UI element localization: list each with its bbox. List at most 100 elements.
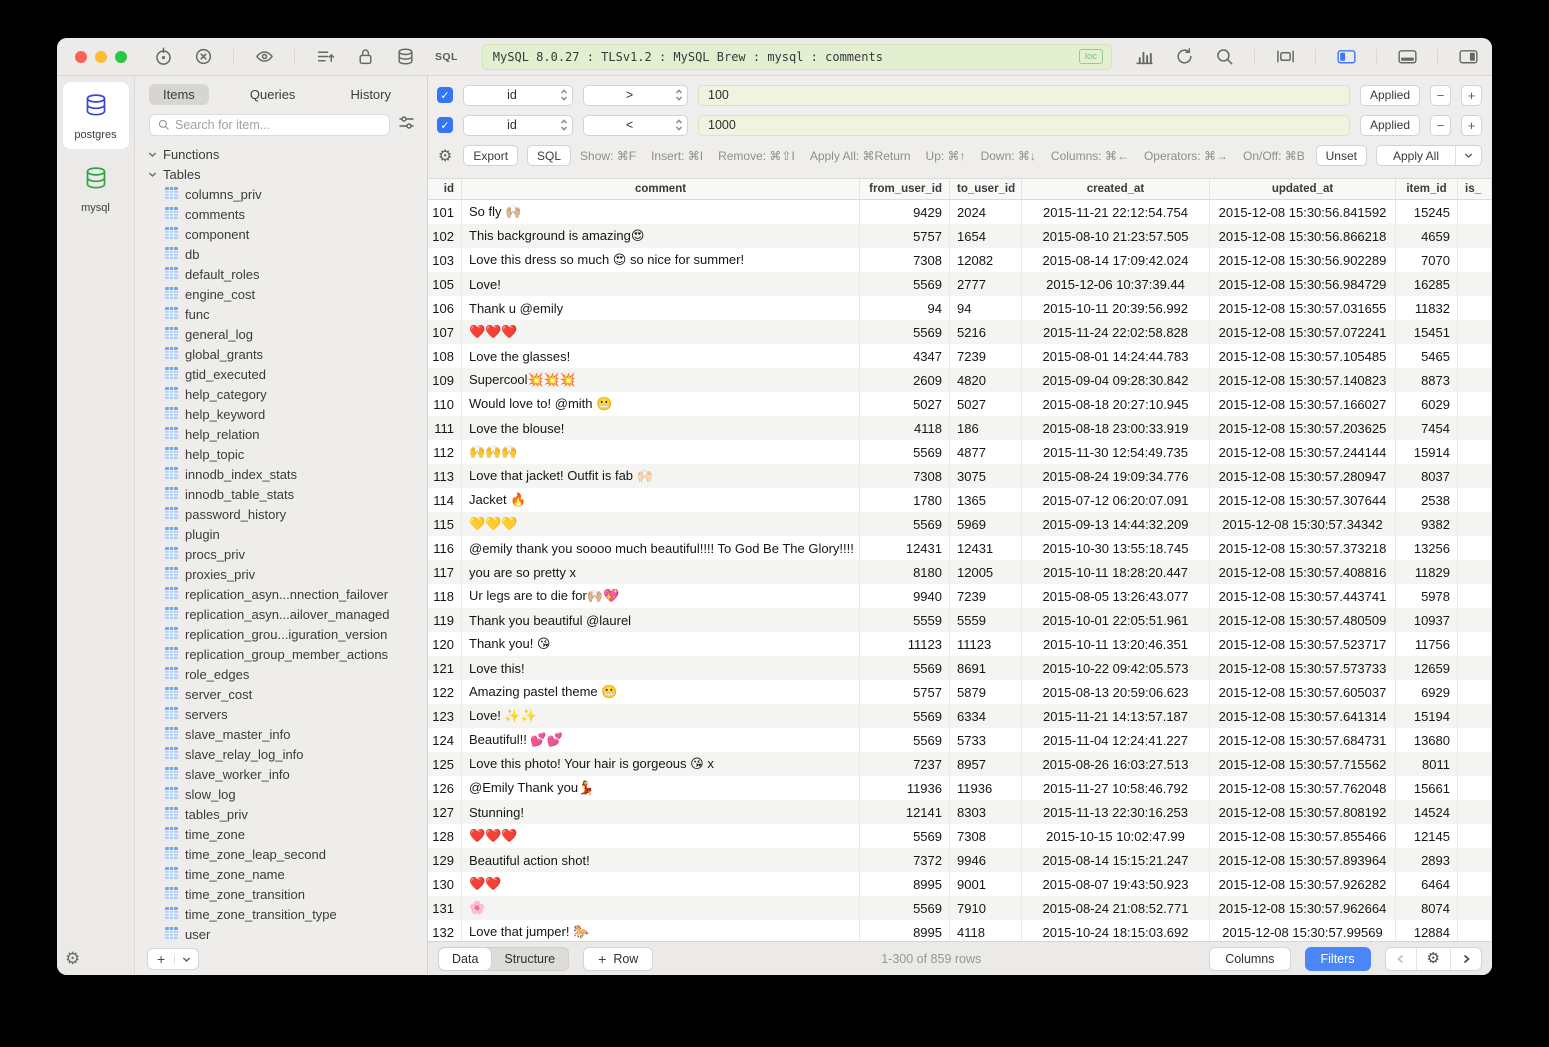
cell-created_at[interactable]: 2015-08-24 19:09:34.776 xyxy=(1022,464,1210,488)
cell-created_at[interactable]: 2015-11-13 22:30:16.253 xyxy=(1022,800,1210,824)
cell-created_at[interactable]: 2015-08-14 15:15:21.247 xyxy=(1022,848,1210,872)
cell-id[interactable]: 105 xyxy=(428,272,462,296)
cell-updated_at[interactable]: 2015-12-08 15:30:57.031655 xyxy=(1210,296,1396,320)
cell-created_at[interactable]: 2015-08-10 21:23:57.505 xyxy=(1022,224,1210,248)
cell-is_[interactable] xyxy=(1458,872,1492,896)
statistics-icon[interactable] xyxy=(1134,47,1154,67)
table-row[interactable]: 109Supercool💥💥💥260948202015-09-04 09:28:… xyxy=(428,368,1492,392)
sidebar-table-comments[interactable]: comments xyxy=(135,204,427,224)
cell-is_[interactable] xyxy=(1458,488,1492,512)
cell-item_id[interactable]: 6029 xyxy=(1396,392,1458,416)
sidebar-table-time_zone_leap_second[interactable]: time_zone_leap_second xyxy=(135,844,427,864)
cell-id[interactable]: 113 xyxy=(428,464,462,488)
cell-item_id[interactable]: 14524 xyxy=(1396,800,1458,824)
cell-from_user_id[interactable]: 5569 xyxy=(860,320,950,344)
sidebar-table-global_grants[interactable]: global_grants xyxy=(135,344,427,364)
cell-comment[interactable]: ❤️❤️❤️ xyxy=(462,824,860,848)
cell-id[interactable]: 115 xyxy=(428,512,462,536)
cell-created_at[interactable]: 2015-08-26 16:03:27.513 xyxy=(1022,752,1210,776)
filters-button[interactable]: Filters xyxy=(1305,947,1371,971)
filter-operator-select[interactable]: > xyxy=(583,85,688,106)
table-row[interactable]: 107❤️❤️❤️556952162015-11-24 22:02:58.828… xyxy=(428,320,1492,344)
cell-is_[interactable] xyxy=(1458,560,1492,584)
cell-id[interactable]: 107 xyxy=(428,320,462,344)
tree-group-tables[interactable]: Tables xyxy=(135,164,427,184)
sidebar-table-time_zone_transition_type[interactable]: time_zone_transition_type xyxy=(135,904,427,924)
cell-is_[interactable] xyxy=(1458,920,1492,941)
filter-applied-button[interactable]: Applied xyxy=(1360,85,1420,106)
cell-id[interactable]: 110 xyxy=(428,392,462,416)
database-icon[interactable] xyxy=(395,47,415,67)
cell-from_user_id[interactable]: 9429 xyxy=(860,200,950,224)
sql-button[interactable]: SQL xyxy=(527,145,571,166)
table-row[interactable]: 125Love this photo! Your hair is gorgeou… xyxy=(428,752,1492,776)
cell-comment[interactable]: Beautiful action shot! xyxy=(462,848,860,872)
next-page-button[interactable] xyxy=(1450,948,1481,970)
settings-gear-icon[interactable]: ⚙ xyxy=(65,950,80,967)
cell-to_user_id[interactable]: 7239 xyxy=(950,344,1022,368)
cell-is_[interactable] xyxy=(1458,728,1492,752)
cell-from_user_id[interactable]: 4118 xyxy=(860,416,950,440)
cell-comment[interactable]: 💛💛💛 xyxy=(462,512,860,536)
refresh-icon[interactable] xyxy=(1174,47,1194,67)
cell-item_id[interactable]: 8037 xyxy=(1396,464,1458,488)
cell-item_id[interactable]: 15914 xyxy=(1396,440,1458,464)
sql-editor-icon[interactable]: SQL xyxy=(435,51,458,63)
cell-from_user_id[interactable]: 5757 xyxy=(860,224,950,248)
cell-is_[interactable] xyxy=(1458,200,1492,224)
sidebar-table-role_edges[interactable]: role_edges xyxy=(135,664,427,684)
connection-icon[interactable] xyxy=(153,47,173,67)
cell-comment[interactable]: So fly 🙌🏼 xyxy=(462,200,860,224)
cell-comment[interactable]: ❤️❤️ xyxy=(462,872,860,896)
cell-from_user_id[interactable]: 5569 xyxy=(860,272,950,296)
apply-all-button[interactable]: Apply All xyxy=(1376,145,1482,166)
cell-id[interactable]: 112 xyxy=(428,440,462,464)
cell-id[interactable]: 106 xyxy=(428,296,462,320)
cell-from_user_id[interactable]: 8995 xyxy=(860,872,950,896)
table-row[interactable]: 101So fly 🙌🏼942920242015-11-21 22:12:54.… xyxy=(428,200,1492,224)
columns-button[interactable]: Columns xyxy=(1209,947,1290,971)
cell-id[interactable]: 118 xyxy=(428,584,462,608)
cell-created_at[interactable]: 2015-10-01 22:05:51.961 xyxy=(1022,608,1210,632)
filter-value-input[interactable]: 1000 xyxy=(698,115,1350,136)
cell-is_[interactable] xyxy=(1458,320,1492,344)
cell-item_id[interactable]: 10937 xyxy=(1396,608,1458,632)
cell-from_user_id[interactable]: 4347 xyxy=(860,344,950,368)
table-row[interactable]: 121Love this!556986912015-10-22 09:42:05… xyxy=(428,656,1492,680)
table-row[interactable]: 112🙌🙌🙌556948772015-11-30 12:54:49.735201… xyxy=(428,440,1492,464)
cell-created_at[interactable]: 2015-08-24 21:08:52.771 xyxy=(1022,896,1210,920)
cell-created_at[interactable]: 2015-11-04 12:24:41.227 xyxy=(1022,728,1210,752)
tab-items[interactable]: Items xyxy=(149,84,209,105)
cell-id[interactable]: 101 xyxy=(428,200,462,224)
table-row[interactable]: 105Love!556927772015-12-06 10:37:39.4420… xyxy=(428,272,1492,296)
cell-from_user_id[interactable]: 5569 xyxy=(860,824,950,848)
cell-to_user_id[interactable]: 11123 xyxy=(950,632,1022,656)
cell-item_id[interactable]: 4659 xyxy=(1396,224,1458,248)
filter-column-select[interactable]: id xyxy=(463,115,573,136)
table-row[interactable]: 128❤️❤️❤️556973082015-10-15 10:02:47.992… xyxy=(428,824,1492,848)
cell-from_user_id[interactable]: 8995 xyxy=(860,920,950,941)
cell-item_id[interactable]: 12659 xyxy=(1396,656,1458,680)
cell-comment[interactable]: 🙌🙌🙌 xyxy=(462,440,860,464)
cell-is_[interactable] xyxy=(1458,512,1492,536)
cell-updated_at[interactable]: 2015-12-08 15:30:57.684731 xyxy=(1210,728,1396,752)
cell-updated_at[interactable]: 2015-12-08 15:30:57.893964 xyxy=(1210,848,1396,872)
table-row[interactable]: 130❤️❤️899590012015-08-07 19:43:50.92320… xyxy=(428,872,1492,896)
cell-item_id[interactable]: 13256 xyxy=(1396,536,1458,560)
cell-comment[interactable]: Thank u @emily xyxy=(462,296,860,320)
cell-id[interactable]: 125 xyxy=(428,752,462,776)
cell-item_id[interactable]: 5465 xyxy=(1396,344,1458,368)
cell-to_user_id[interactable]: 12431 xyxy=(950,536,1022,560)
sidebar-table-replication_grouiguration_version[interactable]: replication_grou...iguration_version xyxy=(135,624,427,644)
cell-updated_at[interactable]: 2015-12-08 15:30:56.866218 xyxy=(1210,224,1396,248)
cell-from_user_id[interactable]: 7308 xyxy=(860,464,950,488)
cell-comment[interactable]: Love that jacket! Outfit is fab 🙌🏻 xyxy=(462,464,860,488)
disconnect-icon[interactable] xyxy=(193,47,213,67)
plus-icon[interactable]: + xyxy=(148,951,174,967)
cell-updated_at[interactable]: 2015-12-08 15:30:57.203625 xyxy=(1210,416,1396,440)
sidebar-table-func[interactable]: func xyxy=(135,304,427,324)
cell-updated_at[interactable]: 2015-12-08 15:30:57.99569 xyxy=(1210,920,1396,941)
cell-from_user_id[interactable]: 7237 xyxy=(860,752,950,776)
cell-comment[interactable]: Stunning! xyxy=(462,800,860,824)
sidebar-table-time_zone_name[interactable]: time_zone_name xyxy=(135,864,427,884)
